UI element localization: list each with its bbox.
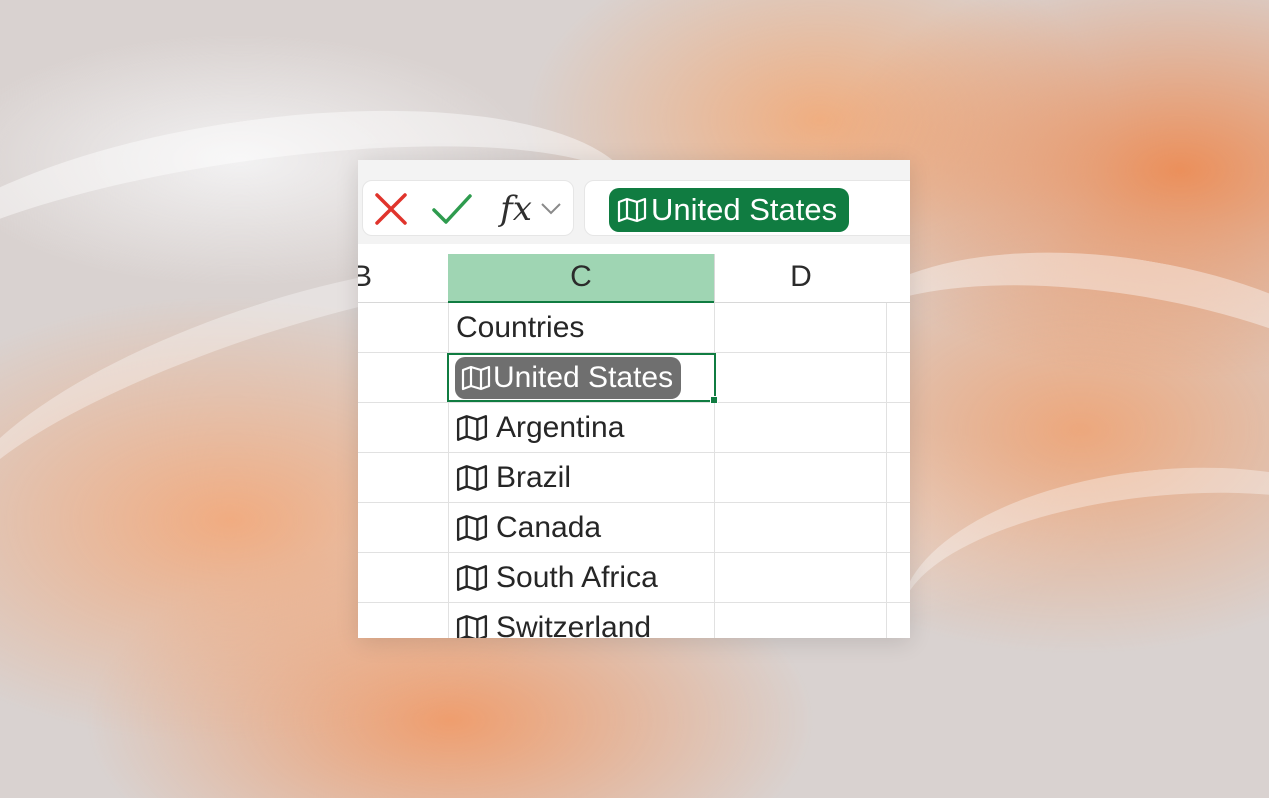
map-icon	[456, 464, 488, 491]
cancel-button[interactable]	[371, 191, 411, 227]
table-row: United States	[358, 353, 910, 404]
active-cell[interactable]: United States	[447, 353, 718, 404]
column-header-next[interactable]	[887, 254, 910, 303]
cell-country[interactable]: Argentina	[448, 403, 715, 452]
enter-check-icon	[432, 194, 472, 224]
cell[interactable]	[358, 553, 449, 602]
formula-value-chip[interactable]: United States	[609, 188, 850, 232]
table-row: Countries	[358, 303, 910, 353]
column-header-d[interactable]: D	[714, 254, 888, 303]
cell[interactable]	[714, 353, 887, 402]
spreadsheet-window: fx United States B C D Countries United …	[358, 160, 910, 638]
header-text: Countries	[456, 310, 585, 344]
enter-button[interactable]	[429, 191, 475, 227]
map-icon	[461, 365, 491, 390]
country-name: South Africa	[496, 560, 658, 594]
map-icon	[456, 614, 488, 638]
column-label: B	[358, 260, 373, 293]
table-row: South Africa	[358, 553, 910, 603]
cell[interactable]	[358, 503, 449, 552]
table-row: Switzerland	[358, 603, 910, 638]
column-label: C	[570, 260, 592, 293]
cell[interactable]	[358, 353, 449, 402]
cell[interactable]	[714, 553, 887, 602]
column-label: D	[790, 260, 812, 293]
cell[interactable]	[358, 403, 449, 452]
formula-input[interactable]: United States	[584, 180, 910, 236]
table-row: Brazil	[358, 453, 910, 503]
insert-function-button[interactable]: fx	[491, 189, 571, 229]
cell[interactable]	[714, 603, 887, 638]
chevron-down-icon	[541, 203, 561, 215]
map-icon	[456, 414, 488, 441]
table-row: Argentina	[358, 403, 910, 453]
map-icon	[456, 514, 488, 541]
cell-country[interactable]: Brazil	[448, 453, 715, 502]
fx-label: fx	[500, 189, 532, 229]
cell[interactable]	[714, 503, 887, 552]
cell-header-countries[interactable]: Countries	[448, 303, 715, 352]
cell[interactable]	[358, 603, 449, 638]
cell-grid: Countries United States Argentina Brazil…	[358, 303, 910, 638]
formula-bar: fx United States	[358, 160, 910, 244]
map-icon	[617, 197, 647, 223]
cancel-x-icon	[375, 193, 407, 225]
country-name: Brazil	[496, 460, 572, 494]
column-header-b[interactable]: B	[358, 254, 449, 303]
cell[interactable]	[714, 303, 887, 352]
formula-value-text: United States	[651, 192, 838, 227]
country-name: Canada	[496, 510, 602, 544]
table-row: Canada	[358, 503, 910, 553]
country-name: Switzerland	[496, 610, 652, 639]
map-icon	[456, 564, 488, 591]
background-swoosh	[888, 443, 1269, 743]
cell[interactable]	[714, 403, 887, 452]
formula-buttons: fx	[362, 180, 574, 236]
column-header-c[interactable]: C	[448, 254, 714, 303]
active-cell-text: United States	[493, 360, 674, 394]
cell[interactable]	[714, 453, 887, 502]
cell-country[interactable]: South Africa	[448, 553, 715, 602]
cell[interactable]	[358, 303, 449, 352]
cell-country[interactable]: Canada	[448, 503, 715, 552]
cell-country[interactable]: Switzerland	[448, 603, 715, 638]
data-type-chip[interactable]: United States	[455, 356, 682, 399]
cell[interactable]	[358, 453, 449, 502]
country-name: Argentina	[496, 410, 625, 444]
